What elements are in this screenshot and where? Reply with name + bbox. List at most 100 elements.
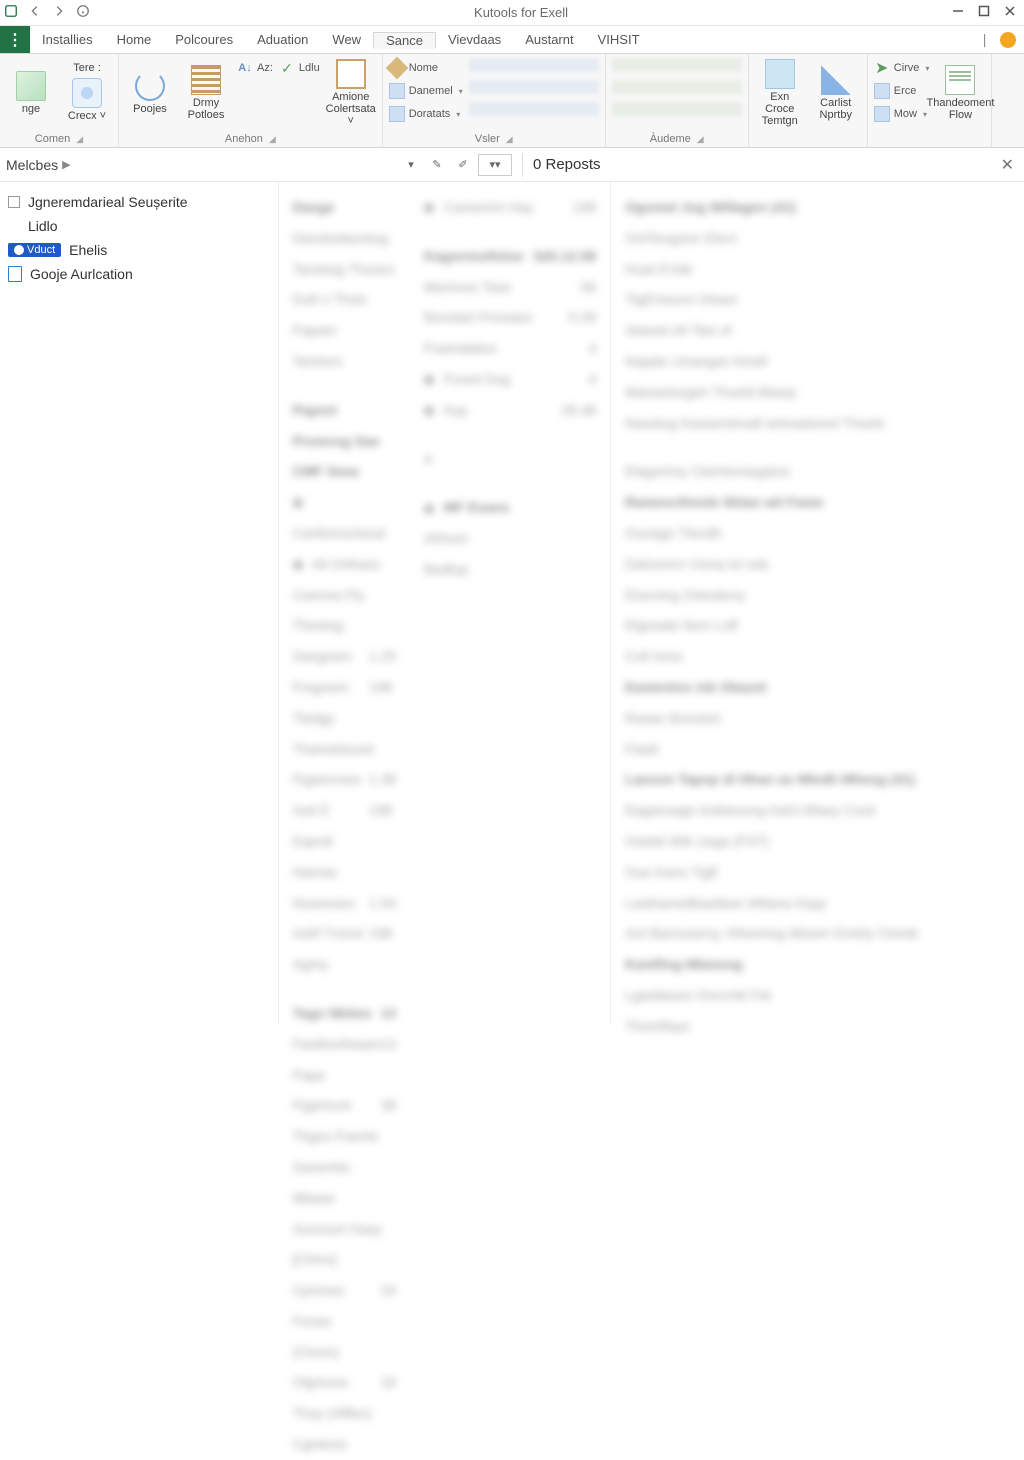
- list-item: MF Esans: [424, 492, 596, 523]
- ribbon-small-button[interactable]: ➤Cirve▾: [874, 58, 930, 78]
- dialog-launcher-icon[interactable]: ◢: [506, 134, 513, 145]
- ic-sm-box-icon: [389, 106, 405, 122]
- dialog-launcher-icon[interactable]: ◢: [697, 134, 704, 145]
- list-item: Paport: [293, 395, 397, 426]
- list-item: Fiastl: [625, 734, 1010, 765]
- ribbon-group: PoojesDrmy Potloes A↓Az: ✓Ldlu Amione Coler…: [119, 54, 383, 147]
- ribbon-small-button[interactable]: [237, 81, 273, 101]
- ribbon-button-label: Crecx ˅: [68, 110, 106, 122]
- ribbon-small-button[interactable]: A↓Az:: [237, 58, 273, 78]
- tab-vievdaas[interactable]: Vievdaas: [436, 32, 513, 47]
- tab-vihsit[interactable]: VIHSIT: [586, 32, 652, 47]
- ic-check-icon: ✓: [279, 60, 295, 76]
- info-icon[interactable]: [76, 4, 90, 21]
- list-item: All Orthass: [293, 549, 397, 580]
- ic-arrow-icon: ➤: [874, 60, 890, 76]
- ribbon-small-button[interactable]: Doratats▾: [389, 104, 463, 124]
- list-item: Duft s Thols: [293, 284, 397, 315]
- sidebar-item-label: Gooje Aurlcation: [30, 266, 133, 282]
- file-tab[interactable]: ⋮: [0, 26, 30, 53]
- list-item: Figemunt Thgos Foents38: [293, 1090, 397, 1152]
- ribbon-small-button[interactable]: Mow▾: [874, 104, 930, 124]
- ribbon-small-button[interactable]: Erce: [874, 81, 930, 101]
- list-item: Fardhortheam Pape13: [293, 1029, 397, 1091]
- ic-sm-box-icon: [389, 83, 405, 99]
- disabled-controls: [612, 58, 742, 122]
- pen-icon[interactable]: ✐: [452, 154, 474, 176]
- list-item: Tago Nbites13: [293, 998, 397, 1029]
- sidebar-item[interactable]: Lidlo: [0, 214, 278, 238]
- tab-installies[interactable]: Installies: [30, 32, 105, 47]
- list-item: Oue Kans Tigft: [625, 857, 1010, 888]
- ic-az-icon: A↓: [237, 60, 253, 76]
- ribbon-button[interactable]: Poojes: [125, 58, 175, 128]
- avatar[interactable]: [1000, 32, 1016, 48]
- ribbon-button-label: Drmy Potloes: [181, 97, 231, 121]
- close-panel-icon[interactable]: ✕: [1001, 155, 1024, 175]
- ribbon-button[interactable]: Exn Croce Temtgn: [755, 58, 805, 128]
- dialog-launcher-icon[interactable]: ◢: [269, 134, 276, 145]
- ribbon-options-icon[interactable]: ❘: [979, 32, 990, 48]
- list-item: OntTeogrion Elect: [625, 223, 1010, 254]
- tab-aduation[interactable]: Aduation: [245, 32, 320, 47]
- checkbox-icon[interactable]: [8, 196, 20, 208]
- sidebar-item[interactable]: Vduct Ehelis: [0, 238, 278, 262]
- list-item: Kay28.48: [424, 395, 596, 426]
- tab-home[interactable]: Home: [105, 32, 164, 47]
- view-filter-dropdown[interactable]: ▾▾: [478, 154, 512, 176]
- ribbon-button[interactable]: Thandeoment Flow: [935, 58, 985, 128]
- tab-sance[interactable]: Sance: [373, 32, 436, 49]
- ribbon-group: ➤Cirve▾ Erce Mow▾Thandeoment Flow: [868, 54, 993, 147]
- ic-clip-icon: [72, 78, 102, 108]
- list-item: Elagomny Clamtoroegatus: [625, 456, 1010, 487]
- sidebar-item[interactable]: Gooje Aurlcation: [0, 262, 278, 286]
- tab-wew[interactable]: Wew: [320, 32, 373, 47]
- list-item: Eastentos ink Obazet: [625, 672, 1010, 703]
- ribbon-group: Àudeme◢: [606, 54, 749, 147]
- list-item: Camemm Hay198: [424, 192, 596, 223]
- sidebar-item[interactable]: Jgneremdarieal Seușerite: [0, 190, 278, 214]
- tab-polcoures[interactable]: Polcoures: [163, 32, 245, 47]
- ribbon-button[interactable]: Amione Colertsata ˅: [326, 58, 376, 128]
- list-item: Nasetug Kasserstroall antraatsmol Thoels: [625, 408, 1010, 439]
- list-item: Bzostart Firssaes0.28: [424, 302, 596, 333]
- minimize-icon[interactable]: [952, 5, 964, 20]
- list-item: Thametisond: [293, 734, 397, 765]
- badge: Vduct: [8, 243, 61, 257]
- ribbon: ngeTere :Crecx ˅Comen◢PoojesDrmy Potloes…: [0, 54, 1024, 148]
- ribbon-button[interactable]: nge: [6, 58, 56, 128]
- list-item: Laeson Tapop di Hhan as Mledh Mhesg (41): [625, 764, 1010, 795]
- list-item: Abaset All Tais of: [625, 315, 1010, 346]
- list-item: Dasge: [293, 192, 397, 223]
- ribbon-small-button[interactable]: Danemel▾: [389, 81, 463, 101]
- sidebar-item-label: Ehelis: [69, 242, 107, 258]
- forward-icon[interactable]: [52, 4, 66, 21]
- list-item: Sangosm Fregnem Tledgy1.25 198: [293, 641, 397, 733]
- tab-austarnt[interactable]: Austarnt: [513, 32, 585, 47]
- ribbon-small-button[interactable]: ✓Ldlu: [279, 58, 320, 78]
- main-area: Jgneremdarieal Seușerite Lidlo Vduct Ehelis…: [0, 182, 1024, 1024]
- ribbon-button[interactable]: Carlist Nprtby: [811, 58, 861, 128]
- ic-box-icon: [336, 59, 366, 89]
- ribbon-small-button[interactable]: Nome: [389, 58, 463, 78]
- dropdown-icon[interactable]: ▾: [400, 154, 422, 176]
- ribbon-group: ngeTere :Crecx ˅Comen◢: [0, 54, 119, 147]
- ic-refresh-icon: [135, 71, 165, 101]
- ic-sm-box-icon: [874, 106, 890, 122]
- sidebar-item-label: Lidlo: [28, 218, 58, 234]
- list-item: Huat EVde: [625, 254, 1010, 285]
- ribbon-group-label: Àudeme◢: [612, 131, 742, 145]
- breadcrumb[interactable]: Melcbes ▶: [0, 157, 400, 173]
- maximize-icon[interactable]: [978, 5, 990, 20]
- back-icon[interactable]: [28, 4, 42, 21]
- list-item: Ant Barnssemy, Klheming Misem Emtrly Clo…: [625, 918, 1010, 949]
- close-icon[interactable]: [1004, 5, 1016, 20]
- ribbon-button[interactable]: Drmy Potloes: [181, 58, 231, 128]
- ribbon-button-label: Carlist Nprtby: [811, 97, 861, 121]
- dialog-launcher-icon[interactable]: ◢: [76, 134, 83, 145]
- ribbon-button[interactable]: Tere :Crecx ˅: [62, 58, 112, 128]
- list-item: Elzening Orlestlony: [625, 580, 1010, 611]
- list-item: Coll Isms: [625, 641, 1010, 672]
- list-item: Napatc Unangas Kinell: [625, 346, 1010, 377]
- edit-icon[interactable]: ✎: [426, 154, 448, 176]
